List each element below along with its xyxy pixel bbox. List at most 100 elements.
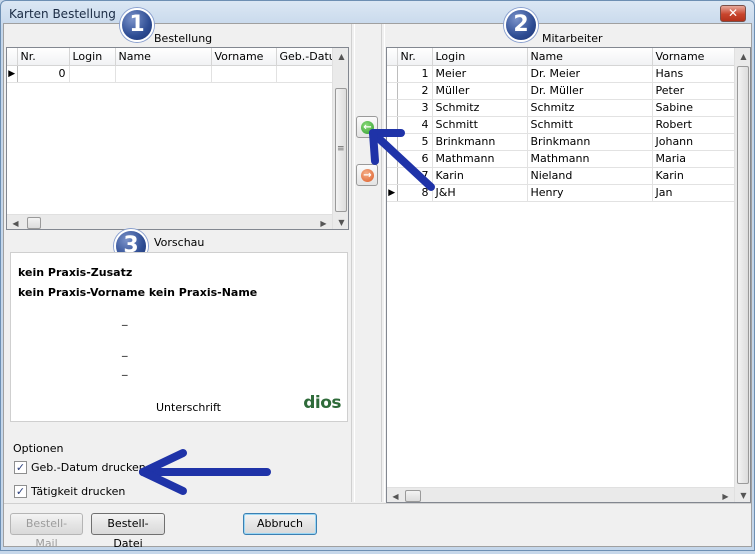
cell-login[interactable]: Karin [432,167,528,185]
column-header-login[interactable]: Login [69,48,116,66]
row-indicator-cell [387,99,398,117]
cell-login[interactable]: Schmitt [432,116,528,134]
optionen-label: Optionen [13,442,64,455]
scroll-up-icon[interactable]: ▲ [333,48,348,65]
cell-login[interactable]: Brinkmann [432,133,528,151]
cell-name[interactable]: Mathmann [527,150,653,168]
right-splitter[interactable] [381,24,385,502]
close-button[interactable]: ✕ [720,5,746,22]
indicator-header [387,48,398,66]
cell-login[interactable]: Müller [432,82,528,100]
client-area: 1 Bestellung Nr. Login Name Vorname Geb.… [3,8,752,550]
column-header-nr[interactable]: Nr. [397,48,433,66]
mitarbeiter-horizontal-scrollbar[interactable]: ◀ ▶ [387,487,734,502]
window-title: Karten Bestellung [9,7,116,21]
mitarbeiter-grid[interactable]: Nr. Login Name Vorname 1 Meier Dr. Meier… [386,47,751,503]
bestellung-grid[interactable]: Nr. Login Name Vorname Geb.-Datum ▶ 0 [6,47,349,230]
vertical-scroll-thumb[interactable] [737,66,749,484]
cell-vorname[interactable]: Hans [652,65,735,83]
step-2-badge: 2 [504,8,538,42]
preview-signature: Unterschrift [156,401,221,414]
mitarbeiter-caption: Mitarbeiter [542,32,603,45]
scroll-left-icon[interactable]: ◀ [7,215,24,229]
horizontal-scroll-thumb[interactable] [27,217,41,229]
bestell-mail-button[interactable]: Bestell-Mail [10,513,83,550]
annotation-arrow-icon [369,129,435,191]
cell-nr[interactable]: 2 [397,82,433,100]
bottom-divider [4,503,751,504]
row-indicator-cell [387,65,398,83]
cell-login[interactable]: Mathmann [432,150,528,168]
grip-icon: ≡ [337,144,345,154]
cell-login[interactable] [69,65,116,83]
cell-vorname[interactable]: Maria [652,150,735,168]
cell-login[interactable]: Meier [432,65,528,83]
cell-vorname[interactable]: Sabine [652,99,735,117]
mitarbeiter-vertical-scrollbar[interactable]: ▲ ▼ [734,48,750,502]
bestell-datei-button[interactable]: Bestell-Datei [91,513,165,550]
cell-name[interactable]: Dr. Müller [527,82,653,100]
preview-dash: _ [122,313,128,326]
cell-vorname[interactable]: Robert [652,116,735,134]
table-row[interactable]: 1 Meier Dr. Meier Hans [387,65,735,83]
dios-logo: dios [303,393,341,413]
row-indicator-icon: ▶ [7,65,18,83]
preview-dash: _ [122,344,128,357]
bestellung-vertical-scrollbar[interactable]: ▲ ≡ ▼ [332,48,348,229]
cell-nr[interactable]: 1 [397,65,433,83]
vorschau-preview: kein Praxis-Zusatz kein Praxis-Vorname k… [10,252,348,422]
taetigkeit-option[interactable]: ✓ Tätigkeit drucken [14,485,125,498]
scroll-right-icon[interactable]: ▶ [717,488,734,502]
preview-dash: _ [122,363,128,376]
geb-datum-label[interactable]: Geb.-Datum drucken [31,461,146,474]
karten-bestellung-window: Karten Bestellung ✕ 1 Bestellung Nr. Log… [0,0,755,551]
table-row[interactable]: 2 Müller Dr. Müller Peter [387,82,735,100]
cell-login[interactable]: J&H [432,184,528,202]
left-splitter[interactable] [351,24,355,502]
scroll-left-icon[interactable]: ◀ [387,488,404,502]
geb-datum-option[interactable]: ✓ Geb.-Datum drucken [14,461,146,474]
scroll-right-icon[interactable]: ▶ [315,215,332,229]
table-row[interactable]: 3 Schmitz Schmitz Sabine [387,99,735,117]
cell-nr[interactable]: 0 [17,65,70,83]
row-indicator-cell [387,82,398,100]
cell-name[interactable]: Henry [527,184,653,202]
scroll-down-icon[interactable]: ▼ [735,487,750,502]
scroll-down-icon[interactable]: ▼ [333,214,348,229]
bestellung-caption: Bestellung [154,32,213,45]
cell-vorname[interactable]: Peter [652,82,735,100]
cell-vorname[interactable] [211,65,277,83]
taetigkeit-label[interactable]: Tätigkeit drucken [31,485,125,498]
indicator-header [7,48,18,66]
column-header-name[interactable]: Name [115,48,212,66]
taetigkeit-checkbox[interactable]: ✓ [14,485,27,498]
table-row[interactable]: ▶ 0 [7,65,334,83]
cell-vorname[interactable]: Karin [652,167,735,185]
cell-geb-datum[interactable] [276,65,334,83]
cell-vorname[interactable]: Johann [652,133,735,151]
column-header-geb-datum[interactable]: Geb.-Datum [276,48,334,66]
geb-datum-checkbox[interactable]: ✓ [14,461,27,474]
annotation-arrow-icon [139,449,271,495]
cell-name[interactable] [115,65,212,83]
cell-name[interactable]: Schmitz [527,99,653,117]
scroll-up-icon[interactable]: ▲ [735,48,750,65]
column-header-nr[interactable]: Nr. [17,48,70,66]
horizontal-scroll-thumb[interactable] [405,490,421,502]
abbruch-button[interactable]: Abbruch [243,513,317,535]
column-header-vorname[interactable]: Vorname [652,48,735,66]
column-header-vorname[interactable]: Vorname [211,48,277,66]
cell-nr[interactable]: 3 [397,99,433,117]
preview-praxis-name: kein Praxis-Vorname kein Praxis-Name [18,286,258,299]
cell-name[interactable]: Brinkmann [527,133,653,151]
vorschau-caption: Vorschau [154,236,205,249]
cell-vorname[interactable]: Jan [652,184,735,202]
preview-praxis-zusatz: kein Praxis-Zusatz [18,266,133,279]
cell-name[interactable]: Dr. Meier [527,65,653,83]
column-header-name[interactable]: Name [527,48,653,66]
bestellung-horizontal-scrollbar[interactable]: ◀ ▶ [7,214,332,229]
cell-name[interactable]: Nieland [527,167,653,185]
cell-login[interactable]: Schmitz [432,99,528,117]
cell-name[interactable]: Schmitt [527,116,653,134]
column-header-login[interactable]: Login [432,48,528,66]
